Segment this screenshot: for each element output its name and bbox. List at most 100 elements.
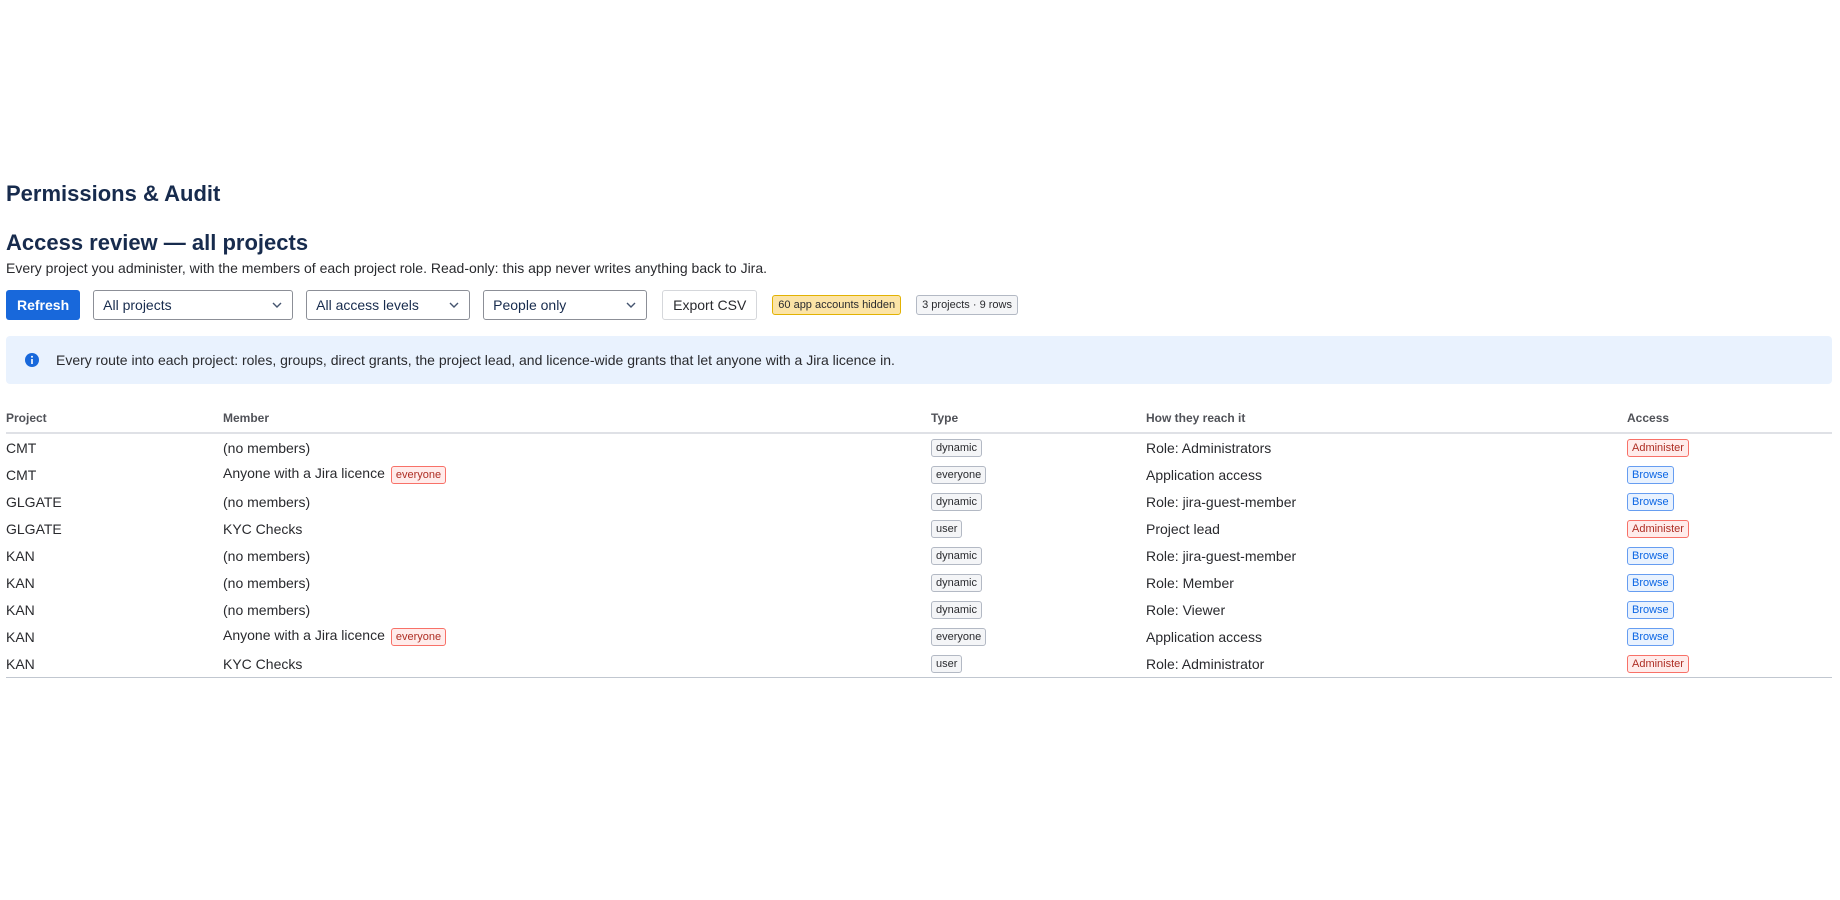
table-row: CMT Anyone with a Jira licence everyone eve…	[6, 461, 1832, 488]
page: Permissions & Audit Access review — all …	[6, 178, 1832, 678]
cell-project: GLGATE	[6, 493, 62, 510]
cell-project: KAN	[6, 650, 223, 678]
cell-member: (no members)	[223, 596, 931, 623]
access-badge: Browse	[1627, 628, 1674, 646]
access-badge: Browse	[1627, 574, 1674, 592]
cell-how: Role: Viewer	[1146, 601, 1226, 618]
type-badge: user	[931, 655, 963, 673]
type-badge: user	[931, 520, 963, 538]
cell-project: KAN	[6, 547, 35, 564]
cell-type: dynamic	[931, 488, 1146, 515]
cell-type: everyone	[931, 623, 1146, 650]
member-name: KYC Checks	[223, 655, 303, 672]
table-row: KAN (no members) dynamic Role: jira-guest-m…	[6, 542, 1832, 569]
refresh-button[interactable]: Refresh	[6, 290, 81, 320]
app-title: Permissions & Audit	[6, 181, 221, 206]
cell-access: Browse	[1627, 488, 1832, 515]
access-badge: Browse	[1627, 493, 1674, 511]
type-badge: dynamic	[931, 601, 982, 619]
export-csv-button[interactable]: Export CSV	[662, 290, 758, 320]
cell-project: KAN	[6, 601, 35, 618]
cell-access: Browse	[1627, 596, 1832, 623]
cell-how: Application access	[1146, 628, 1262, 645]
cell-type: dynamic	[931, 542, 1146, 569]
people-filter-select[interactable]: People only	[483, 290, 648, 320]
cell-access: Administer	[1627, 433, 1832, 461]
everyone-badge: everyone	[390, 628, 447, 646]
info-banner: Every route into each project: roles, gr…	[6, 336, 1832, 384]
column-header-member[interactable]: Member	[223, 404, 931, 434]
type-badge: dynamic	[931, 493, 982, 511]
member-name: (no members)	[223, 601, 311, 618]
access-badge: Browse	[1627, 466, 1674, 484]
cell-type: dynamic	[931, 569, 1146, 596]
people-filter-value: People only	[493, 297, 567, 313]
member-name: (no members)	[223, 574, 311, 591]
cell-project: KAN	[6, 628, 35, 645]
cell-project: GLGATE	[6, 520, 62, 537]
cell-project: CMT	[6, 466, 37, 483]
cell-member: (no members)	[223, 569, 931, 596]
project-filter-value: All projects	[103, 297, 172, 313]
chevron-down-icon	[272, 302, 282, 308]
cell-member: KYC Checks	[223, 650, 931, 678]
section-title: Access review — all projects	[6, 230, 309, 255]
section-description: Every project you administer, with the m…	[6, 260, 768, 276]
everyone-badge: everyone	[390, 466, 447, 484]
cell-how: Role: Administrators	[1146, 439, 1272, 456]
cell-how: Role: Member	[1146, 574, 1234, 591]
member-name: (no members)	[223, 439, 311, 456]
type-badge: dynamic	[931, 439, 982, 457]
table-row: KAN Anyone with a Jira licence everyone eve…	[6, 623, 1832, 650]
table-row: KAN KYC Checks user Role: Administrator Admi…	[6, 650, 1832, 678]
cell-access: Administer	[1627, 650, 1832, 678]
cell-type: user	[931, 650, 1146, 678]
cell-how: Project lead	[1146, 520, 1220, 537]
cell-how: Role: jira-guest-member	[1146, 493, 1297, 510]
toolbar: Refresh All projects All access levels P…	[6, 290, 1832, 320]
access-badge: Administer	[1627, 439, 1689, 457]
info-icon	[25, 353, 39, 367]
member-name: KYC Checks	[223, 520, 303, 537]
column-header-project[interactable]: Project	[6, 404, 223, 434]
access-table: Project Member Type How they reach it Ac…	[6, 404, 1832, 678]
access-badge: Browse	[1627, 601, 1674, 619]
table-row: GLGATE KYC Checks user Project lead Administ…	[6, 515, 1832, 542]
member-name: Anyone with a Jira licence	[223, 627, 385, 643]
cell-access: Browse	[1627, 542, 1832, 569]
table-row: CMT (no members) dynamic Role: Administrato…	[6, 433, 1832, 461]
chevron-down-icon	[449, 302, 459, 308]
cell-member: KYC Checks	[223, 515, 931, 542]
cell-type: user	[931, 515, 1146, 542]
cell-how: Role: Administrator	[1146, 650, 1627, 678]
column-header-how[interactable]: How they reach it	[1146, 404, 1627, 434]
cell-type: dynamic	[931, 596, 1146, 623]
cell-member: (no members)	[223, 542, 931, 569]
type-badge: dynamic	[931, 574, 982, 592]
cell-project: KAN	[6, 574, 35, 591]
cell-member: (no members)	[223, 488, 931, 515]
column-header-access[interactable]: Access	[1627, 404, 1832, 434]
access-level-filter-select[interactable]: All access levels	[306, 290, 471, 320]
table-body: CMT (no members) dynamic Role: Administrato…	[6, 433, 1832, 678]
chevron-down-icon	[626, 302, 636, 308]
cell-access: Browse	[1627, 569, 1832, 596]
type-badge: everyone	[931, 466, 987, 484]
cell-access: Browse	[1627, 623, 1832, 650]
project-filter-select[interactable]: All projects	[93, 290, 294, 320]
cell-member: Anyone with a Jira licence everyone	[223, 623, 931, 650]
table-row: KAN (no members) dynamic Role: Viewer Browse	[6, 596, 1832, 623]
cell-type: dynamic	[931, 433, 1146, 461]
member-name: Anyone with a Jira licence	[223, 465, 385, 481]
cell-how: Role: jira-guest-member	[1146, 547, 1297, 564]
member-name: (no members)	[223, 493, 311, 510]
column-header-type[interactable]: Type	[931, 404, 1146, 434]
access-level-filter-value: All access levels	[316, 297, 419, 313]
table-header-row: Project Member Type How they reach it Ac…	[6, 404, 1832, 434]
cell-type: everyone	[931, 461, 1146, 488]
cell-how: Application access	[1146, 466, 1262, 483]
cell-member: Anyone with a Jira licence everyone	[223, 461, 931, 488]
info-banner-text: Every route into each project: roles, gr…	[56, 352, 895, 368]
type-badge: dynamic	[931, 547, 982, 565]
cell-project: CMT	[6, 439, 37, 456]
